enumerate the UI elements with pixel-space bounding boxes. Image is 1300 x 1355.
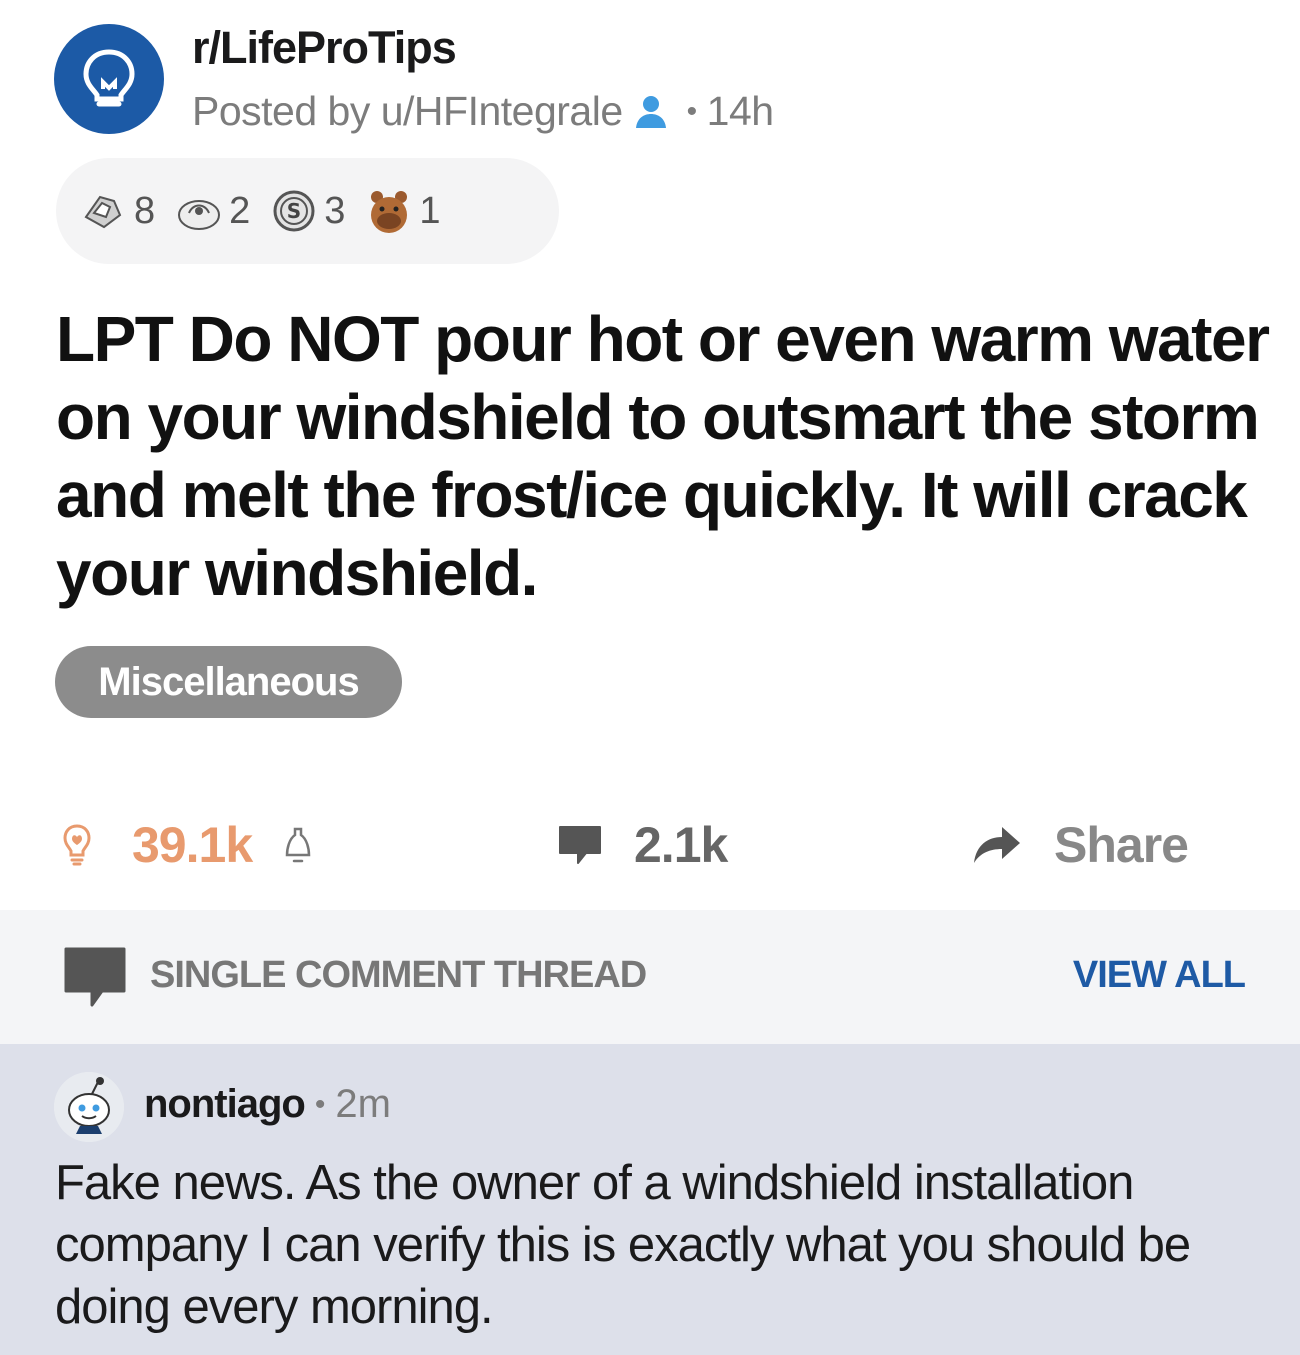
post-meta: Posted by u/HFIntegrale • 14h <box>192 88 774 135</box>
comments-button[interactable]: 2.1k <box>556 800 728 890</box>
awards-bar[interactable]: 8 2 S 3 1 <box>56 158 559 264</box>
comment-body: Fake news. As the owner of a windshield … <box>55 1156 1191 1334</box>
bear-award-icon <box>371 191 408 233</box>
subreddit-name[interactable]: r/LifeProTips <box>192 22 457 74</box>
comment-age: 2m <box>335 1082 391 1126</box>
post-card: r/LifeProTips Posted by u/HFIntegrale • … <box>0 0 1300 910</box>
comments-count: 2.1k <box>634 817 728 873</box>
award-count: 3 <box>324 189 346 232</box>
award-count: 2 <box>229 189 251 232</box>
award-bear[interactable]: 1 <box>365 187 441 235</box>
avatar[interactable] <box>54 1072 124 1142</box>
post-age: 14h <box>706 88 774 134</box>
award-helpful[interactable]: 2 <box>175 187 250 235</box>
helpful-award-icon <box>178 200 221 230</box>
coin-award-icon: S <box>273 190 315 232</box>
comment-username[interactable]: nontiago <box>144 1082 306 1127</box>
separator-dot: • <box>686 94 698 128</box>
comment-bubble-icon <box>559 826 601 864</box>
comment-thread-icon <box>64 947 126 1007</box>
share-arrow-icon <box>974 827 1020 863</box>
svg-text:S: S <box>287 199 301 223</box>
view-all-link[interactable]: VIEW ALL <box>1073 954 1246 997</box>
post-flair[interactable]: Miscellaneous <box>55 646 402 718</box>
comment-header: nontiago • 2m <box>144 1082 391 1127</box>
vote-score: 39.1k <box>132 817 253 873</box>
award-silver[interactable]: 8 <box>80 187 155 235</box>
upvote-lightbulb-icon[interactable] <box>62 823 92 867</box>
thread-title: SINGLE COMMENT THREAD <box>150 954 647 996</box>
separator-dot: • <box>314 1087 326 1121</box>
award-count: 8 <box>134 189 156 232</box>
award-count: 1 <box>419 189 441 232</box>
vote-controls: 39.1k <box>62 800 314 890</box>
silver-award-icon <box>84 195 122 229</box>
user-icon <box>635 95 666 128</box>
post-title[interactable]: LPT Do NOT pour hot or even warm water o… <box>56 300 1276 612</box>
snoo-avatar-icon <box>54 1072 124 1142</box>
share-button[interactable]: Share <box>970 800 1189 890</box>
subreddit-lightbulb-icon[interactable] <box>54 24 164 134</box>
lightbulb-icon <box>83 49 135 107</box>
post-actions: 39.1k 2.1k Share <box>0 800 1300 890</box>
award-coin[interactable]: S 3 <box>270 187 345 235</box>
downvote-icon[interactable] <box>282 823 314 867</box>
share-label: Share <box>1054 817 1189 873</box>
posted-by[interactable]: Posted by u/HFIntegrale <box>192 88 623 135</box>
